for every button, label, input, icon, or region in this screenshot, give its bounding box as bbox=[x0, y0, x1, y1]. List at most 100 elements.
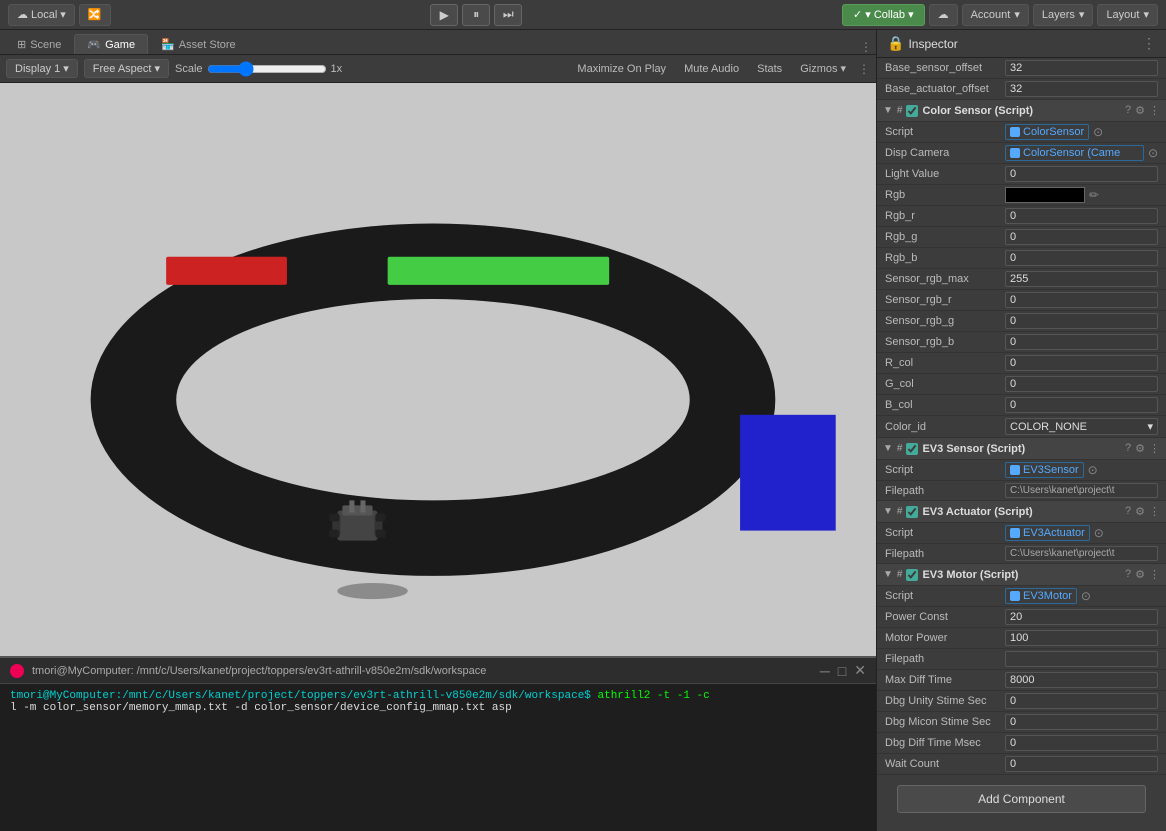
wait-count-label: Wait Count bbox=[885, 758, 1005, 770]
sensor-rgb-r-label: Sensor_rgb_r bbox=[885, 294, 1005, 306]
cloud-services-btn[interactable]: ☁ bbox=[929, 4, 958, 26]
color-sensor-toggle[interactable] bbox=[906, 105, 918, 117]
filepath-label: Filepath bbox=[885, 653, 1005, 665]
ev3-motor-help-btn[interactable]: ? bbox=[1125, 568, 1131, 581]
ev3-actuator-header: ▼ # EV3 Actuator (Script) ? ⚙ ⋮ bbox=[877, 501, 1166, 523]
layers-dropdown[interactable]: Layers ▾ bbox=[1033, 4, 1094, 26]
scale-slider[interactable] bbox=[207, 61, 327, 77]
rgb-g-input[interactable] bbox=[1005, 229, 1158, 245]
terminal-close-btn[interactable]: ✕ bbox=[854, 662, 866, 679]
mute-audio-btn[interactable]: Mute Audio bbox=[678, 61, 745, 77]
account-dropdown[interactable]: Account ▾ bbox=[962, 4, 1029, 26]
r-col-input[interactable] bbox=[1005, 355, 1158, 371]
rgb-g-row: Rgb_g bbox=[877, 227, 1166, 248]
tab-scene[interactable]: ⊞ Scene bbox=[4, 34, 74, 54]
branch-btn[interactable]: 🔀 bbox=[79, 4, 111, 26]
aspect-dropdown[interactable]: Free Aspect ▾ bbox=[84, 59, 169, 78]
terminal-minimize-btn[interactable]: ─ bbox=[820, 662, 830, 679]
filepath-input[interactable] bbox=[1005, 651, 1158, 667]
sensor-rgb-g-input[interactable] bbox=[1005, 313, 1158, 329]
dbg-diff-time-input[interactable] bbox=[1005, 735, 1158, 751]
stats-btn[interactable]: Stats bbox=[751, 61, 788, 77]
gizmos-dropdown[interactable]: Gizmos ▾ bbox=[794, 60, 852, 77]
sensor-rgb-max-input[interactable] bbox=[1005, 271, 1158, 287]
rgb-b-input[interactable] bbox=[1005, 250, 1158, 266]
ev3-actuator-settings-btn[interactable]: ⚙ bbox=[1135, 505, 1145, 518]
b-col-label: B_col bbox=[885, 399, 1005, 411]
ev3-sensor-settings-btn[interactable]: ⚙ bbox=[1135, 442, 1145, 455]
color-sensor-script-select-btn[interactable]: ⊙ bbox=[1093, 125, 1103, 139]
pause-button[interactable]: ⏸ bbox=[462, 4, 490, 26]
terminal-maximize-btn[interactable]: □ bbox=[838, 662, 846, 679]
color-sensor-arrow[interactable]: ▼ bbox=[883, 105, 893, 116]
dbg-unity-stime-input[interactable] bbox=[1005, 693, 1158, 709]
disp-camera-ref[interactable]: ColorSensor (Came bbox=[1005, 145, 1144, 161]
motor-power-input[interactable] bbox=[1005, 630, 1158, 646]
color-sensor-title: Color Sensor (Script) bbox=[922, 105, 1121, 117]
step-button[interactable]: ⏭ bbox=[494, 4, 522, 26]
dbg-micon-stime-input[interactable] bbox=[1005, 714, 1158, 730]
display-dropdown[interactable]: Display 1 ▾ bbox=[6, 59, 78, 78]
tab-bar: ⊞ Scene 🎮 Game 🏪 Asset Store ⋮ bbox=[0, 30, 876, 55]
ev3-motor-script-select-btn[interactable]: ⊙ bbox=[1081, 589, 1091, 603]
ev3-actuator-help-btn[interactable]: ? bbox=[1125, 505, 1131, 518]
light-value-input[interactable] bbox=[1005, 166, 1158, 182]
local-dropdown[interactable]: ☁ Local ▾ bbox=[8, 4, 75, 26]
base-sensor-offset-input[interactable] bbox=[1005, 60, 1158, 76]
ev3-sensor-script-ref[interactable]: EV3Sensor bbox=[1005, 462, 1084, 478]
ev3-sensor-help-btn[interactable]: ? bbox=[1125, 442, 1131, 455]
lock-icon[interactable]: 🔒 bbox=[887, 35, 904, 52]
power-const-input[interactable] bbox=[1005, 609, 1158, 625]
max-diff-time-input[interactable] bbox=[1005, 672, 1158, 688]
ev3-actuator-menu-btn[interactable]: ⋮ bbox=[1149, 505, 1160, 518]
ev3-actuator-title: EV3 Actuator (Script) bbox=[922, 506, 1121, 518]
color-sensor-menu-btn[interactable]: ⋮ bbox=[1149, 104, 1160, 117]
ev3-actuator-arrow[interactable]: ▼ bbox=[883, 506, 893, 517]
ev3-sensor-script-select-btn[interactable]: ⊙ bbox=[1088, 463, 1098, 477]
color-sensor-settings-btn[interactable]: ⚙ bbox=[1135, 104, 1145, 117]
g-col-input[interactable] bbox=[1005, 376, 1158, 392]
collab-button[interactable]: ✓ ▾ Collab ▾ bbox=[842, 4, 925, 26]
layout-dropdown[interactable]: Layout ▾ bbox=[1097, 4, 1158, 26]
sensor-rgb-b-input[interactable] bbox=[1005, 334, 1158, 350]
inspector-more-btn[interactable]: ⋮ bbox=[1142, 35, 1156, 52]
ev3-sensor-menu-btn[interactable]: ⋮ bbox=[1149, 442, 1160, 455]
color-sensor-help-btn[interactable]: ? bbox=[1125, 104, 1131, 117]
checkmark-icon: ✓ bbox=[853, 8, 862, 21]
ev3-sensor-toggle[interactable] bbox=[906, 443, 918, 455]
rgb-color-swatch[interactable] bbox=[1005, 187, 1085, 203]
ev3-sensor-arrow[interactable]: ▼ bbox=[883, 443, 893, 454]
ev3-motor-toggle[interactable] bbox=[906, 569, 918, 581]
maximize-on-play-btn[interactable]: Maximize On Play bbox=[571, 61, 672, 77]
wait-count-input[interactable] bbox=[1005, 756, 1158, 772]
ev3-actuator-script-ref[interactable]: EV3Actuator bbox=[1005, 525, 1090, 541]
tab-asset-store[interactable]: 🏪 Asset Store bbox=[148, 34, 249, 54]
tab-game[interactable]: 🎮 Game bbox=[74, 34, 148, 54]
eyedropper-icon[interactable]: ✏ bbox=[1089, 188, 1099, 202]
play-button[interactable]: ▶ bbox=[430, 4, 458, 26]
inspector-scroll: Base_sensor_offset Base_actuator_offset … bbox=[877, 58, 1166, 831]
panel-menu-btn[interactable]: ⋮ bbox=[860, 40, 872, 54]
ev3-actuator-toggle[interactable] bbox=[906, 506, 918, 518]
sensor-rgb-g-label: Sensor_rgb_g bbox=[885, 315, 1005, 327]
chevron-down-icon2: ▾ bbox=[1079, 8, 1085, 21]
ev3-actuator-script-select-btn[interactable]: ⊙ bbox=[1094, 526, 1104, 540]
ev3-motor-arrow[interactable]: ▼ bbox=[883, 569, 893, 580]
terminal-icon bbox=[10, 664, 24, 678]
add-component-button[interactable]: Add Component bbox=[897, 785, 1146, 813]
rgb-r-label: Rgb_r bbox=[885, 210, 1005, 222]
ev3-motor-script-ref[interactable]: EV3Motor bbox=[1005, 588, 1077, 604]
b-col-input[interactable] bbox=[1005, 397, 1158, 413]
color-id-dropdown[interactable]: COLOR_NONE ▾ bbox=[1005, 418, 1158, 435]
color-sensor-script-ref[interactable]: ColorSensor bbox=[1005, 124, 1089, 140]
ev3-motor-menu-btn[interactable]: ⋮ bbox=[1149, 568, 1160, 581]
game-toolbar-menu[interactable]: ⋮ bbox=[858, 62, 870, 76]
dbg-unity-stime-row: Dbg Unity Stime Sec bbox=[877, 691, 1166, 712]
base-actuator-offset-row: Base_actuator_offset bbox=[877, 79, 1166, 100]
rgb-r-input[interactable] bbox=[1005, 208, 1158, 224]
sensor-rgb-r-input[interactable] bbox=[1005, 292, 1158, 308]
base-actuator-offset-input[interactable] bbox=[1005, 81, 1158, 97]
cam-select-btn[interactable]: ⊙ bbox=[1148, 146, 1158, 160]
ev3-motor-settings-btn[interactable]: ⚙ bbox=[1135, 568, 1145, 581]
power-const-row: Power Const bbox=[877, 607, 1166, 628]
